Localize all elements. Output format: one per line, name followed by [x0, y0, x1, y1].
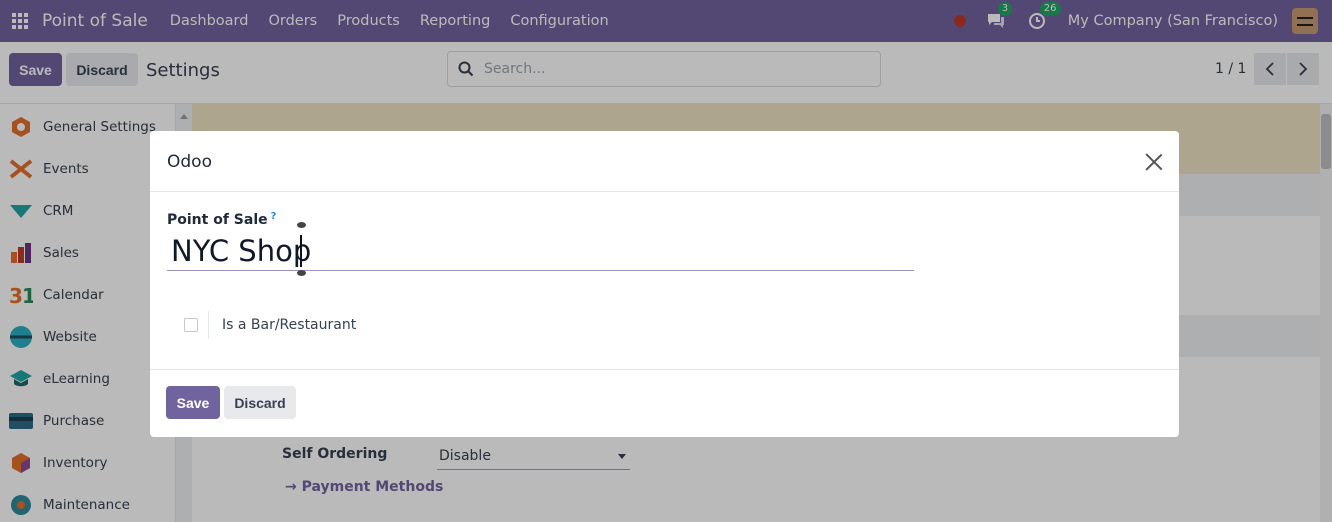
dialog-title: Odoo: [167, 152, 212, 172]
create-pos-dialog: Odoo Point of Sale? Is a Bar/Restaurant …: [150, 131, 1179, 437]
text-caret: [300, 235, 302, 267]
dialog-footer: Save Discard: [150, 369, 1179, 437]
is-bar-restaurant-label[interactable]: Is a Bar/Restaurant: [222, 317, 356, 333]
dialog-header: Odoo: [150, 131, 1179, 192]
field-divider: [208, 311, 209, 339]
selection-handle-top-icon[interactable]: [297, 222, 306, 228]
help-tooltip-icon[interactable]: ?: [271, 211, 277, 222]
selection-handle-bottom-icon[interactable]: [297, 270, 306, 276]
dialog-discard-button[interactable]: Discard: [224, 386, 296, 419]
pos-name-label-text: Point of Sale: [167, 212, 268, 228]
dialog-save-button[interactable]: Save: [166, 386, 220, 419]
close-icon[interactable]: [1145, 153, 1163, 171]
pos-name-input[interactable]: [167, 231, 914, 271]
pos-name-label: Point of Sale?: [167, 211, 277, 228]
is-bar-restaurant-checkbox[interactable]: [184, 318, 198, 332]
